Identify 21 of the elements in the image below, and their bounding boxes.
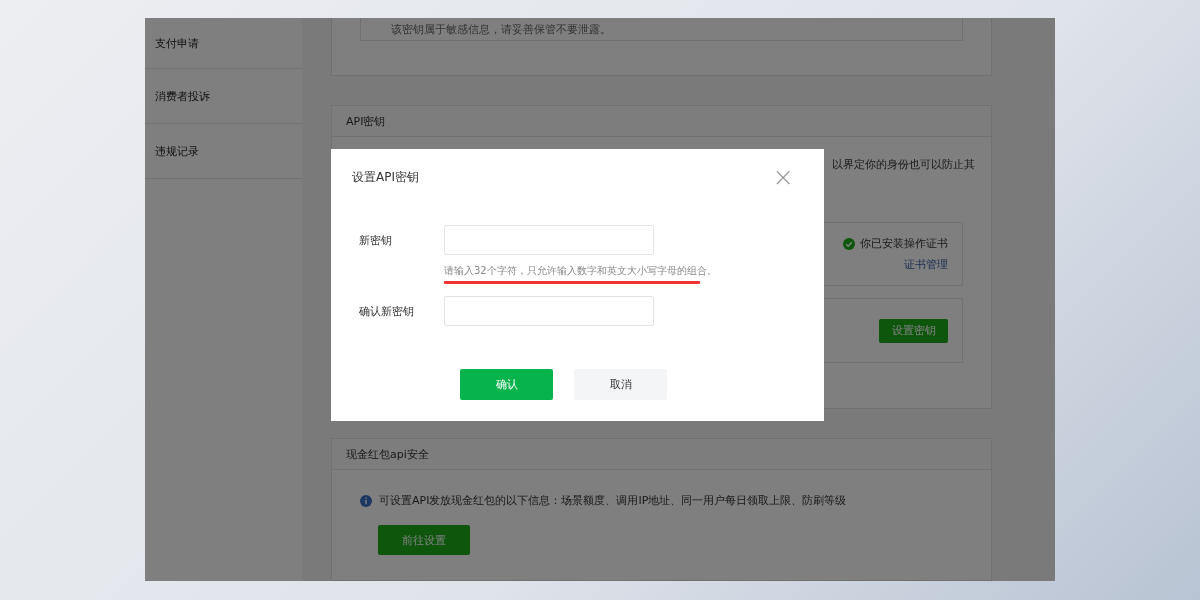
set-key-button[interactable]: 设置密钥 xyxy=(879,318,948,343)
info-icon xyxy=(360,494,372,507)
cancel-button[interactable]: 取消 xyxy=(574,369,667,400)
certificate-status: 你已安装操作证书 xyxy=(860,236,948,251)
sidebar-item[interactable]: 违规记录 xyxy=(145,124,302,179)
sidebar-item[interactable]: 消费者投诉 xyxy=(145,69,302,124)
sidebar-item[interactable]: 支付申请 xyxy=(145,18,302,69)
dialog-title: 设置API密钥 xyxy=(352,168,419,186)
notice-text: 该密钥属于敏感信息，请妥善保管不要泄露。 xyxy=(391,22,611,37)
close-button[interactable]: × xyxy=(772,167,803,187)
description-text: 以界定你的身份也可以防止其 xyxy=(832,157,975,172)
check-icon xyxy=(843,237,855,250)
confirm-button[interactable]: 确认 xyxy=(460,369,553,400)
hint-text: 请输入32个字符，只允许输入数字和英文大小写字母的组合。 xyxy=(444,264,717,278)
info-text: 可设置API发放现金红包的以下信息：场景额度、调用IP地址、同一用户每日领取上限、防刷等级 xyxy=(379,493,847,508)
field-label: 确认新密钥 xyxy=(358,303,415,320)
input-field[interactable] xyxy=(444,296,654,326)
input-field[interactable] xyxy=(444,225,654,255)
field-label: 新密钥 xyxy=(358,232,393,249)
certificate-link[interactable]: 证书管理 xyxy=(904,257,948,272)
settings-button[interactable]: 前往设置 xyxy=(378,525,470,555)
